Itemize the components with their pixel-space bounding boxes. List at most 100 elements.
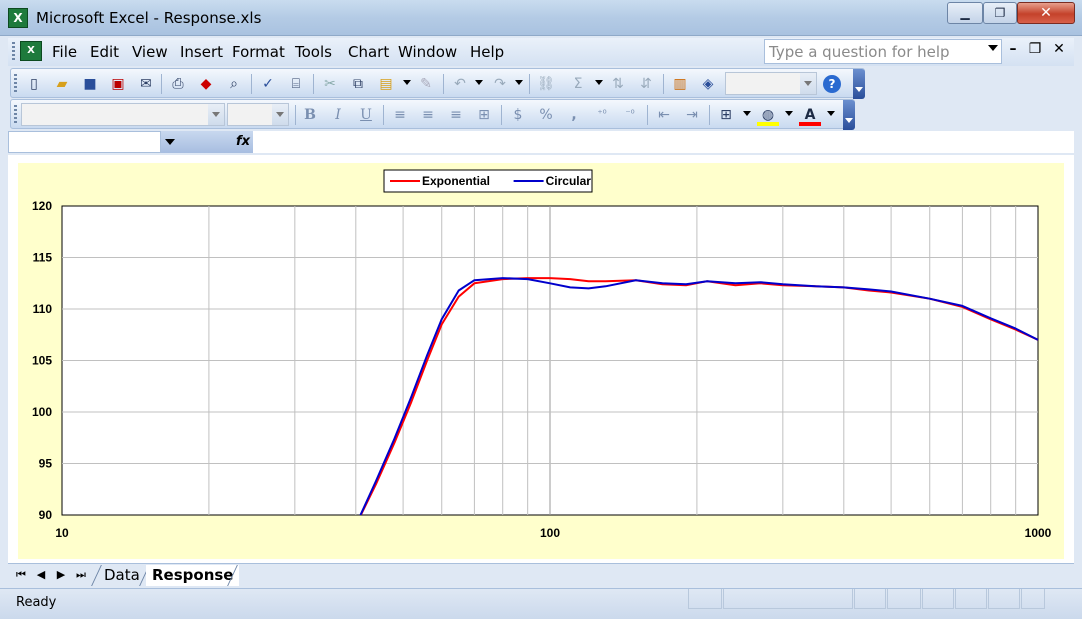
minimize-button[interactable]: ▁ <box>947 2 983 24</box>
font-size-combo[interactable] <box>227 103 289 126</box>
autosum-icon[interactable]: Σ <box>567 73 589 95</box>
status-text: Ready <box>16 595 57 610</box>
next-sheet-icon[interactable]: ▶ <box>52 568 70 581</box>
menu-window[interactable]: Window <box>398 43 457 61</box>
doc-restore-button[interactable]: ❐ <box>1026 41 1044 57</box>
research-icon[interactable]: ⌸ <box>285 73 307 95</box>
new-icon[interactable]: ▯ <box>23 73 45 95</box>
align-right-icon[interactable]: ≡ <box>445 104 467 126</box>
borders-icon[interactable]: ⊞ <box>715 104 737 126</box>
menu-help[interactable]: Help <box>470 43 504 61</box>
borders-dropdown-icon[interactable] <box>743 111 751 116</box>
spelling-icon[interactable]: ✓ <box>257 73 279 95</box>
menu-format[interactable]: Format <box>232 43 285 61</box>
increase-indent-icon[interactable]: ⇥ <box>681 104 703 126</box>
print-icon[interactable]: ⎙ <box>167 73 189 95</box>
merge-center-icon[interactable]: ⊞ <box>473 104 495 126</box>
print-preview-icon[interactable]: ⌕ <box>223 73 245 95</box>
chart-sheet: 120 115 110 105 100 95 90 10 100 1000 Exponential C… <box>8 155 1074 563</box>
menu-chart[interactable]: Chart <box>348 43 389 61</box>
zoom-combo[interactable] <box>725 72 817 95</box>
response-chart[interactable]: 120 115 110 105 100 95 9010 100 1000 Exponential C… <box>18 163 1064 559</box>
separator <box>529 74 530 94</box>
font-color-dropdown-icon[interactable] <box>827 111 835 116</box>
currency-button[interactable]: $ <box>507 104 529 126</box>
redo-icon[interactable]: ↷ <box>489 73 511 95</box>
menu-edit[interactable]: Edit <box>90 43 119 61</box>
help-search-input[interactable]: Type a question for help <box>764 39 1002 64</box>
doc-minimize-button[interactable]: – <box>1004 41 1022 57</box>
separator <box>383 105 384 125</box>
menu-bar: X File Edit View Insert Format Tools Cha… <box>8 38 1074 66</box>
open-icon[interactable]: ▰ <box>51 73 73 95</box>
standard-toolbar: ▯ ▰ ■ ▣ ✉ ⎙ ◆ ⌕ ✓ ⌸ ✂ ⧉ ▤ ✎ ↶ ↷ ⛓ Σ ⇅ ⇵ … <box>10 68 865 99</box>
toolbar-grip[interactable] <box>14 74 17 94</box>
font-color-icon[interactable]: A <box>799 104 821 126</box>
chart-wizard-icon[interactable]: ▥ <box>669 73 691 95</box>
first-sheet-icon[interactable]: ⏮ <box>12 568 30 582</box>
redo-dropdown-icon[interactable] <box>515 80 523 85</box>
separator <box>251 74 252 94</box>
prev-sheet-icon[interactable]: ◀ <box>32 568 50 581</box>
excel-app-icon[interactable]: X <box>8 8 28 28</box>
y-tick-label: 90 <box>39 508 53 522</box>
font-name-combo[interactable] <box>21 103 225 126</box>
menu-tools[interactable]: Tools <box>295 43 332 61</box>
menu-grip[interactable] <box>12 42 15 62</box>
tab-response[interactable]: Response <box>146 565 240 586</box>
fill-color-icon[interactable]: ◍ <box>757 104 779 126</box>
bold-button[interactable]: B <box>299 104 321 126</box>
toolbar-options-icon[interactable] <box>853 69 865 99</box>
status-cell <box>1021 589 1045 609</box>
help-dropdown-arrow-icon[interactable] <box>988 45 998 51</box>
y-tick-label: 120 <box>32 199 52 213</box>
align-center-icon[interactable]: ≡ <box>417 104 439 126</box>
status-cell <box>854 589 886 609</box>
name-box[interactable] <box>8 131 161 153</box>
close-button[interactable]: ✕ <box>1017 2 1075 24</box>
menu-view[interactable]: View <box>132 43 168 61</box>
toolbar-grip[interactable] <box>14 105 17 125</box>
fill-color-dropdown-icon[interactable] <box>785 111 793 116</box>
restore-button[interactable]: ❐ <box>983 2 1017 24</box>
cut-icon[interactable]: ✂ <box>319 73 341 95</box>
chart-area[interactable]: 120 115 110 105 100 95 90 10 100 1000 Exponential C… <box>18 163 1064 559</box>
pdf-icon[interactable]: ◆ <box>195 73 217 95</box>
underline-button[interactable]: U <box>355 104 377 126</box>
permission-icon[interactable]: ▣ <box>107 73 129 95</box>
percent-button[interactable]: % <box>535 104 557 126</box>
paste-dropdown-icon[interactable] <box>403 80 411 85</box>
paste-icon[interactable]: ▤ <box>375 73 397 95</box>
format-painter-icon[interactable]: ✎ <box>415 73 437 95</box>
title-bar: X Microsoft Excel - Response.xls ▁ ❐ ✕ <box>0 0 1082 36</box>
workbook-icon[interactable]: X <box>20 41 42 61</box>
decrease-decimal-icon[interactable]: ⁻⁰ <box>619 104 641 126</box>
toolbar-options-icon[interactable] <box>843 100 855 130</box>
formula-input[interactable] <box>253 131 1074 153</box>
decrease-indent-icon[interactable]: ⇤ <box>653 104 675 126</box>
y-tick-label: 95 <box>39 457 53 471</box>
sort-descending-icon[interactable]: ⇵ <box>635 73 657 95</box>
sort-ascending-icon[interactable]: ⇅ <box>607 73 629 95</box>
autosum-dropdown-icon[interactable] <box>595 80 603 85</box>
menu-insert[interactable]: Insert <box>180 43 223 61</box>
tab-data[interactable]: Data <box>98 565 146 586</box>
drawing-icon[interactable]: ◈ <box>697 73 719 95</box>
italic-button[interactable]: I <box>327 104 349 126</box>
align-left-icon[interactable]: ≡ <box>389 104 411 126</box>
undo-dropdown-icon[interactable] <box>475 80 483 85</box>
hyperlink-icon[interactable]: ⛓ <box>535 73 557 95</box>
email-icon[interactable]: ✉ <box>135 73 157 95</box>
insert-function-icon[interactable]: fx <box>236 134 250 149</box>
help-icon[interactable]: ? <box>821 73 843 95</box>
menu-file[interactable]: File <box>52 43 77 61</box>
comma-button[interactable]: , <box>563 104 585 126</box>
undo-icon[interactable]: ↶ <box>449 73 471 95</box>
separator <box>313 74 314 94</box>
save-icon[interactable]: ■ <box>79 73 101 95</box>
increase-decimal-icon[interactable]: ⁺⁰ <box>591 104 613 126</box>
doc-close-button[interactable]: ✕ <box>1050 41 1068 57</box>
last-sheet-icon[interactable]: ⏭ <box>72 568 90 582</box>
separator <box>161 74 162 94</box>
copy-icon[interactable]: ⧉ <box>347 73 369 95</box>
